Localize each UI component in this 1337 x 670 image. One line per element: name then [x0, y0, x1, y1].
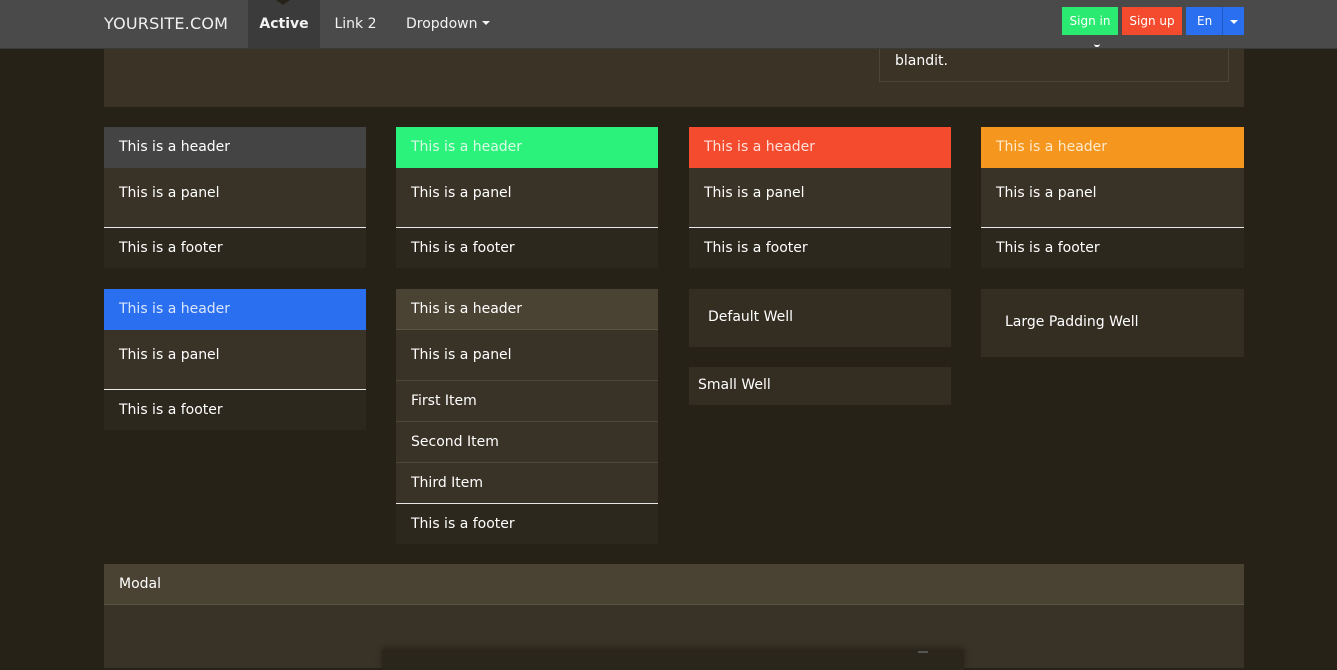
panel-header: This is a header [981, 127, 1244, 168]
sign-up-button[interactable]: Sign up [1122, 7, 1182, 35]
list-item[interactable]: Third Item [396, 463, 658, 504]
list-item[interactable]: Second Item [396, 422, 658, 463]
panel-header: This is a header [104, 289, 366, 330]
close-icon[interactable] [918, 651, 928, 653]
nav-item-active[interactable]: Active [248, 0, 320, 48]
panel-footer: This is a footer [981, 228, 1244, 268]
button-divider [1222, 7, 1223, 35]
caret-down-icon [482, 21, 491, 25]
navbar: YOURSITE.COM Active Link 2 Dropdown Sign… [0, 0, 1337, 49]
panel-header: This is a header [689, 127, 951, 168]
nav-dropdown-label: Dropdown [406, 16, 478, 32]
modal-dialog [382, 650, 964, 670]
panel-list-group: This is a header This is a panel First I… [396, 289, 658, 544]
caret-down-icon[interactable] [1230, 20, 1238, 24]
small-well: Small Well [689, 367, 951, 405]
panel-body: This is a panel [396, 330, 658, 381]
panel-footer: This is a footer [396, 228, 658, 268]
language-select-button[interactable]: En [1186, 7, 1244, 35]
sign-in-button[interactable]: Sign in [1062, 7, 1118, 35]
panel-body: This is a panel [689, 168, 951, 228]
panel-header: This is a header [396, 127, 658, 168]
list-item[interactable]: First Item [396, 381, 658, 422]
panel-blue: This is a header This is a panel This is… [104, 289, 366, 430]
panel-orange: This is a header This is a panel This is… [981, 127, 1244, 268]
well-text: blandit. [895, 53, 948, 69]
panel-red: This is a header This is a panel This is… [689, 127, 951, 268]
language-label: En [1197, 14, 1213, 28]
panel-body: This is a panel [981, 168, 1244, 228]
brand-logo[interactable]: YOURSITE.COM [104, 14, 228, 33]
panel-body: This is a panel [104, 168, 366, 228]
panel-footer: This is a footer [689, 228, 951, 268]
panel-body: This is a panel [104, 330, 366, 390]
panel-body: This is a panel [396, 168, 658, 228]
nav-item-link-2[interactable]: Link 2 [320, 0, 391, 48]
panel-green: This is a header This is a panel This is… [396, 127, 658, 268]
default-well: Default Well [689, 289, 951, 347]
modal-panel: Modal [104, 564, 1244, 670]
nav-item-dropdown[interactable]: Dropdown [391, 0, 505, 48]
panel-header: This is a header [104, 127, 366, 168]
modal-panel-header: Modal [104, 564, 1244, 605]
panel-gray: This is a header This is a panel This is… [104, 127, 366, 268]
text-well: blandit. [879, 45, 1229, 82]
panel-header: This is a header [396, 289, 658, 330]
panel-footer: This is a footer [104, 390, 366, 430]
large-padding-well: Large Padding Well [981, 289, 1244, 357]
panel-footer: This is a footer [104, 228, 366, 268]
jumbotron: blandit. [104, 45, 1244, 107]
panel-footer: This is a footer [396, 504, 658, 544]
